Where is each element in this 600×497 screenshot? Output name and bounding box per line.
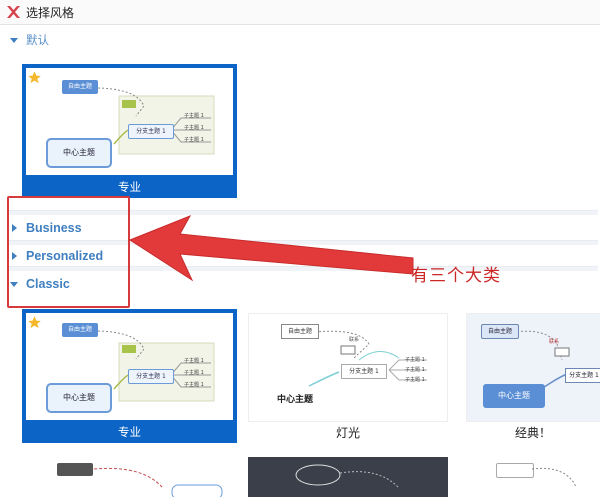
style-thumbnail: 自由主题 联系 分支主题 1 子主题 1 子主题 1 子主题 1 中心主题 xyxy=(248,313,448,422)
style-card-caption: 灯光 xyxy=(335,426,360,440)
float-topic-node: 自由主题 xyxy=(62,80,98,94)
highlight-box xyxy=(7,196,130,308)
sub-topic-node: 子主题 1 xyxy=(184,358,204,364)
annotation-label: 有三个大类 xyxy=(411,266,501,286)
style-card-professional[interactable]: 自由主题 分支主题 1 子主题 1 子主题 1 子主题 1 中心主题 专业 xyxy=(22,309,237,443)
central-topic-node: 中心主题 xyxy=(46,383,112,413)
sub-topic-node: 子主题 1 xyxy=(184,382,204,388)
style-card-professional[interactable]: 自由主题 分支主题 1 子主题 1 子主题 1 子主题 1 中心主题 专业 xyxy=(22,64,237,198)
sub-topic-node: 子主题 1 xyxy=(405,357,425,363)
mindmap-preview xyxy=(295,464,399,488)
style-card-caption: 专业 xyxy=(118,425,141,439)
style-card-light[interactable]: 自由主题 联系 分支主题 1 子主题 1 子主题 1 子主题 1 中心主题 灯光 xyxy=(248,309,448,443)
central-topic-node: 中心主题 xyxy=(483,384,545,408)
caret-down-icon xyxy=(10,38,18,43)
sub-topic-node: 子主题 1 xyxy=(184,137,204,143)
style-card[interactable] xyxy=(466,457,600,497)
x-logo-icon xyxy=(7,6,20,18)
star-icon xyxy=(28,316,41,329)
section-default-header[interactable]: 默认 xyxy=(8,30,49,50)
branch-topic-node: 分支主题 1 xyxy=(341,364,387,379)
central-topic-node: 中心主题 xyxy=(277,395,314,405)
style-card-classic[interactable]: 自由主题 联系 分支主题 1 中心主题 经典！ xyxy=(466,309,600,443)
branch-topic-node: 分支主题 1 xyxy=(128,124,174,139)
mindmap-preview xyxy=(531,467,577,488)
float-topic-node: 自由主题 xyxy=(281,324,319,339)
style-thumbnail: 自由主题 分支主题 1 子主题 1 子主题 1 子主题 1 中心主题 xyxy=(26,313,233,420)
relation-label: 联系 xyxy=(349,337,360,343)
sub-topic-node: 子主题 1 xyxy=(184,125,204,131)
mindmap-preview xyxy=(93,467,223,497)
arrow-left-icon xyxy=(128,215,414,282)
sub-topic-node: 子主题 1 xyxy=(184,370,204,376)
sub-topic-node: 子主题 1 xyxy=(405,377,425,383)
sub-topic-node: 子主题 1 xyxy=(405,367,425,373)
section-default-label: 默认 xyxy=(26,33,49,47)
style-card[interactable] xyxy=(248,457,448,497)
star-icon xyxy=(28,71,41,84)
float-topic-node: 自由主题 xyxy=(62,323,98,337)
style-card-caption: 经典！ xyxy=(514,426,551,440)
style-thumbnail: 自由主题 联系 分支主题 1 中心主题 xyxy=(466,313,600,422)
window-titlebar: 选择风格 xyxy=(0,0,600,25)
style-card[interactable] xyxy=(22,457,237,497)
style-thumbnail: 自由主题 分支主题 1 子主题 1 子主题 1 子主题 1 中心主题 xyxy=(26,68,233,175)
float-topic-node: 自由主题 xyxy=(481,324,519,339)
sub-topic-node: 子主题 1 xyxy=(184,113,204,119)
branch-topic-node: 分支主题 1 xyxy=(128,369,174,384)
style-card-caption: 专业 xyxy=(118,180,141,194)
window-title: 选择风格 xyxy=(26,6,75,20)
branch-topic-node: 分支主题 1 xyxy=(565,368,600,383)
central-topic-node: 中心主题 xyxy=(46,138,112,168)
relation-label: 联系 xyxy=(549,339,560,345)
